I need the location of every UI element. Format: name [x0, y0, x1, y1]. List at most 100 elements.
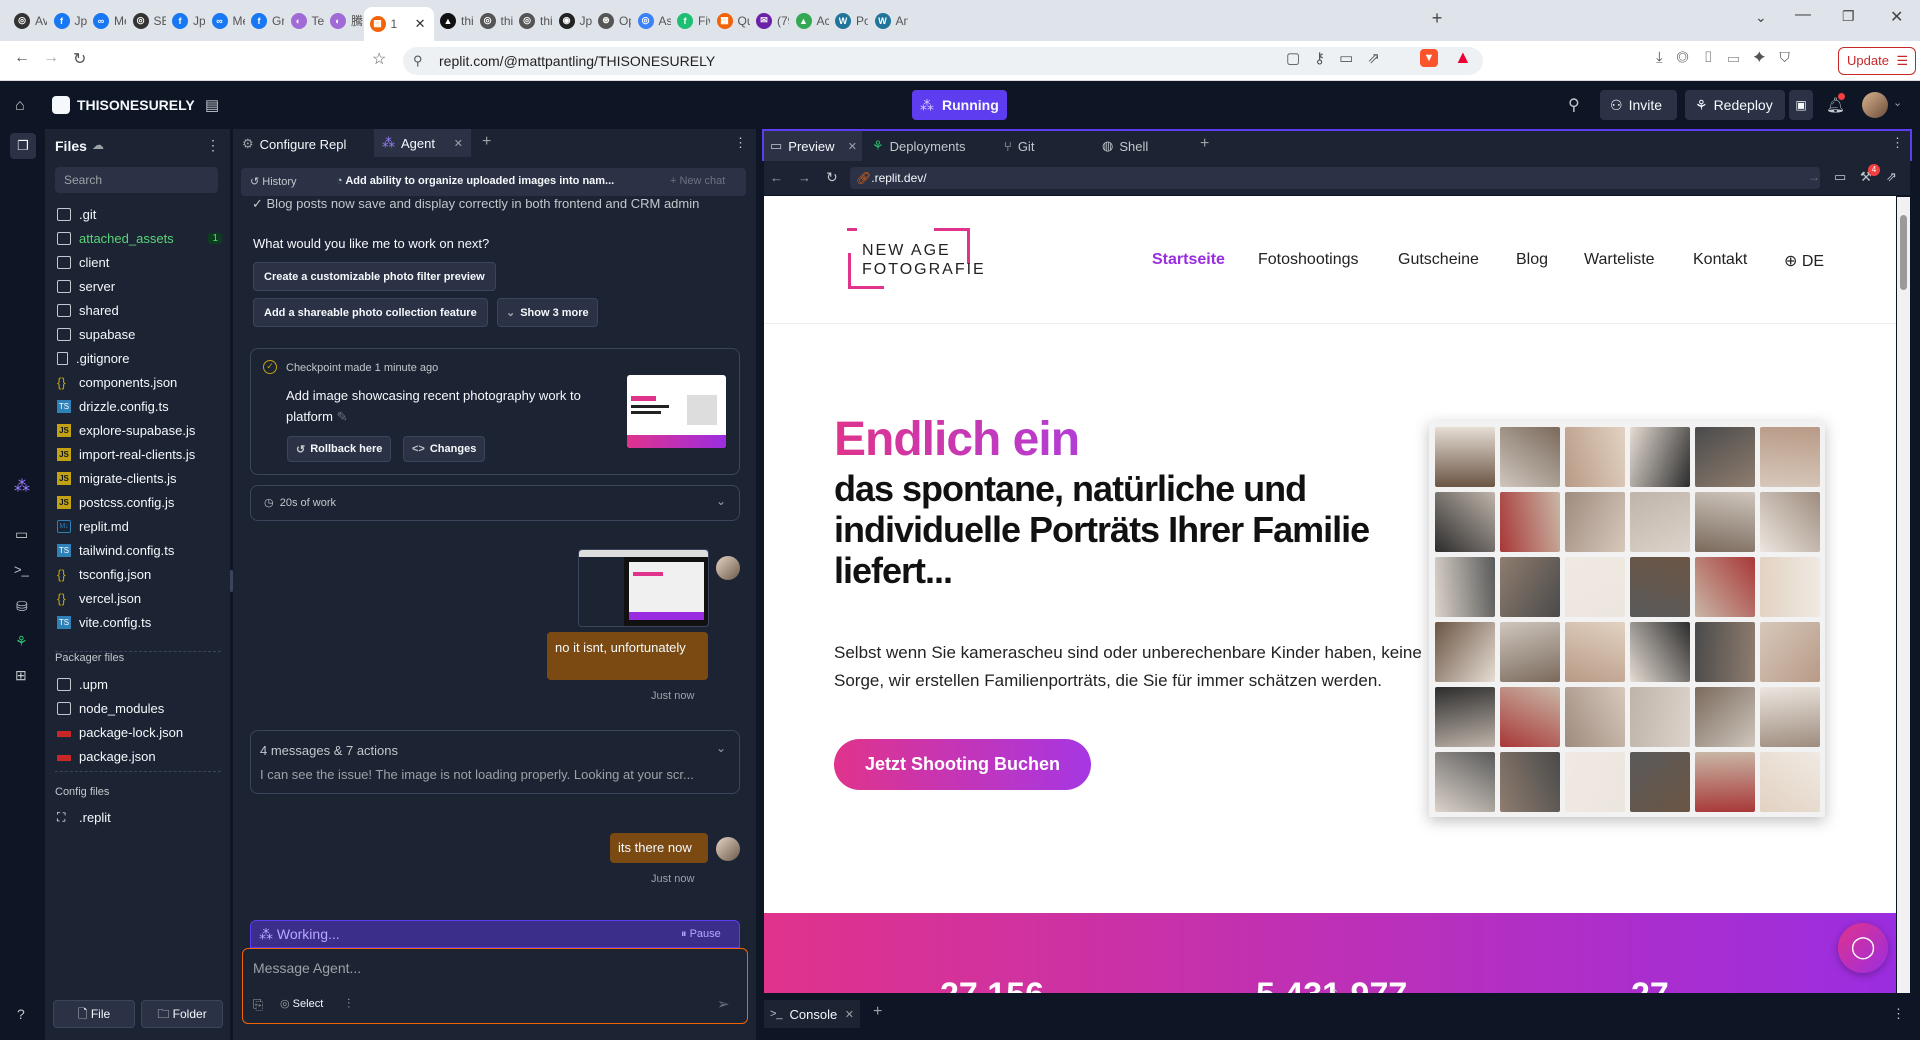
file-tree-item[interactable]: M↓ replit.md [57, 515, 222, 537]
tab-agent[interactable]: ⁂ Agent ✕ [374, 129, 471, 157]
new-chat-button[interactable]: + New chat [670, 175, 725, 187]
settings-sliders-icon[interactable]: ⫶ [347, 996, 350, 1012]
cta-button[interactable]: Jetzt Shooting Buchen [834, 739, 1091, 790]
suggestion-button[interactable]: Add a shareable photo collection feature [253, 298, 488, 327]
browser-tab[interactable]: ◐ 騰訊 [324, 6, 363, 36]
file-tree-item[interactable]: JS import-real-clients.js [57, 443, 222, 465]
new-tab-icon[interactable]: + [1425, 8, 1449, 32]
close-icon[interactable]: ✕ [454, 137, 463, 150]
address-actions-icons[interactable]: ▢⚷▭⇗ [1286, 49, 1394, 67]
tab-configure-repl[interactable]: ⚙ Configure Repl [236, 131, 371, 157]
changes-button[interactable]: <> Changes [403, 436, 486, 462]
browser-tab[interactable]: ▦ Quot [711, 6, 750, 36]
checkpoint-thumbnail[interactable] [627, 375, 726, 448]
deployments-tool-icon[interactable]: ⚘ [15, 633, 28, 650]
browser-tab[interactable]: ◎ thiso [474, 6, 513, 36]
nav-blog[interactable]: Blog [1516, 251, 1548, 269]
browser-tab[interactable]: ∞ Meta [87, 6, 126, 36]
language-selector[interactable]: ⊕ DE [1784, 251, 1824, 271]
file-tree-item[interactable]: shared [57, 299, 222, 321]
file-tree-item[interactable]: {} tsconfig.json [57, 563, 222, 585]
file-tree-item[interactable]: {} components.json [57, 371, 222, 393]
browser-actions-icons[interactable]: ⤓◎▯▭✦⛉ [1656, 49, 1804, 66]
update-button[interactable]: Update ☰ [1838, 47, 1916, 75]
file-tree-item[interactable]: JS migrate-clients.js [57, 467, 222, 489]
bookmark-icon[interactable]: ☆ [372, 49, 386, 69]
nav-fotoshootings[interactable]: Fotoshootings [1258, 251, 1359, 269]
tab-deployments[interactable]: ⚘ Deployments [868, 131, 978, 161]
file-tree-item[interactable]: TS vite.config.ts [57, 611, 222, 633]
forward-icon[interactable]: → [798, 170, 811, 185]
file-tree-item[interactable]: .gitignore [57, 347, 222, 369]
preview-scrollbar[interactable] [1897, 197, 1910, 993]
new-file-button[interactable]: 🗋︎ File [53, 1000, 135, 1028]
send-icon[interactable]: ➢ [717, 995, 730, 1013]
chevron-down-icon[interactable]: ⌄ [1893, 96, 1902, 109]
browser-tab[interactable]: ◐ Tenc [285, 6, 324, 36]
chevron-up-icon[interactable]: ⌃ [1330, 987, 1339, 1000]
close-icon[interactable]: ✕ [848, 140, 857, 153]
scrollbar-thumb[interactable] [1900, 215, 1907, 290]
files-tool-icon[interactable]: ❐ [10, 133, 36, 159]
select-button[interactable]: ◎ Select [280, 997, 323, 1010]
site-info-icon[interactable]: ⚲ [413, 53, 423, 69]
add-tab-icon[interactable]: + [873, 1003, 882, 1021]
invite-button[interactable]: ⚇ Invite [1600, 90, 1677, 120]
file-tree-item[interactable]: TS tailwind.config.ts [57, 539, 222, 561]
forward-icon[interactable]: → [43, 49, 59, 67]
tab-console[interactable]: >_ Console ✕ [764, 1000, 860, 1028]
browser-tab[interactable]: ◎ thiso [513, 6, 552, 36]
home-icon[interactable]: ⌂ [15, 97, 25, 115]
file-tree-item[interactable]: {} vercel.json [57, 587, 222, 609]
preview-tool-icon[interactable]: ▭ [15, 526, 28, 543]
file-tree-item[interactable]: supabase [57, 323, 222, 345]
browser-tab[interactable]: ◉ Jpeg [553, 6, 592, 36]
brave-shield-icon[interactable]: ▼ [1420, 49, 1438, 67]
deploy-menu-icon[interactable]: ▣ [1789, 90, 1813, 120]
attached-screenshot[interactable] [578, 549, 709, 627]
panel-menu-icon[interactable]: ⋮ [1892, 1006, 1905, 1022]
actions-summary-card[interactable] [250, 730, 740, 794]
reload-icon[interactable]: ↻ [73, 49, 86, 69]
tab-search-icon[interactable]: ⌄ [1755, 9, 1767, 26]
file-tree-item[interactable]: ⛶ .replit [57, 806, 222, 828]
file-tree-item[interactable]: JS postcss.config.js [57, 491, 222, 513]
file-tree-item[interactable]: node_modules [57, 697, 222, 719]
add-tab-icon[interactable]: + [1200, 135, 1209, 153]
panel-menu-icon[interactable]: ⋮ [734, 135, 747, 151]
tab-shell[interactable]: ◍ Shell [1098, 131, 1188, 161]
file-tree-item[interactable]: package-lock.json [57, 721, 222, 743]
tab-preview[interactable]: ▭ Preview ✕ [764, 131, 862, 161]
files-menu-icon[interactable]: ⋮ [206, 137, 220, 154]
repl-name[interactable]: THISONESURELY [77, 97, 195, 113]
nav-kontakt[interactable]: Kontakt [1693, 251, 1747, 269]
add-tab-icon[interactable]: + [482, 133, 491, 151]
file-tree-item[interactable]: client [57, 251, 222, 273]
files-search-input[interactable]: Search [55, 167, 218, 193]
preview-url-input[interactable]: 🔗︎.replit.dev/ [850, 167, 1820, 189]
browser-tab[interactable]: W Posts [829, 6, 868, 36]
browser-tab[interactable]: ◎ Assis [632, 6, 671, 36]
browser-tab[interactable]: f Jpeg [48, 6, 87, 36]
shell-tool-icon[interactable]: >_ [14, 562, 29, 577]
open-new-tab-icon[interactable]: ⇗ [1886, 169, 1897, 185]
chat-widget-button[interactable]: ◯ [1838, 923, 1888, 973]
chevron-down-icon[interactable]: ⌄ [716, 494, 726, 508]
back-icon[interactable]: ← [14, 49, 30, 67]
file-tree-item[interactable]: attached_assets 1 [57, 227, 222, 249]
new-folder-button[interactable]: 🗀︎ Folder [141, 1000, 223, 1028]
file-tree-item[interactable]: .git [57, 203, 222, 225]
rollback-button[interactable]: ↺ Rollback here [287, 436, 392, 462]
browser-tab[interactable]: f Jpeg [166, 6, 205, 36]
nav-gutscheine[interactable]: Gutscheine [1398, 251, 1479, 269]
file-tree-item[interactable]: server [57, 275, 222, 297]
devices-icon[interactable]: ▭ [1834, 169, 1846, 185]
chevron-down-icon[interactable]: ⌄ [716, 741, 726, 755]
browser-tab[interactable]: ∞ Meta [206, 6, 245, 36]
tab-git[interactable]: ⑂ Git [1000, 131, 1090, 161]
browser-tab[interactable]: ▲ thiso [434, 6, 473, 36]
panel-menu-icon[interactable]: ⋮ [1891, 135, 1904, 151]
show-more-button[interactable]: ⌄ Show 3 more [497, 298, 598, 327]
avatar[interactable] [1862, 92, 1888, 118]
pause-button[interactable]: ⏸︎ Pause [681, 928, 721, 941]
